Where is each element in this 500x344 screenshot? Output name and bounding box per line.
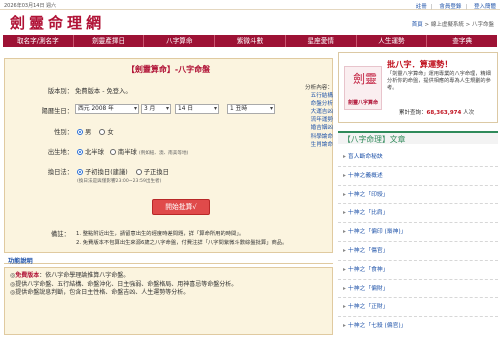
version-label: 版本別： — [47, 88, 73, 95]
north-hemisphere-radio[interactable] — [77, 149, 83, 155]
breadcrumb-home[interactable]: 首頁 — [412, 22, 423, 28]
day-change-label: 換日法： — [47, 169, 73, 176]
articles-header: 【八字命理】文章 — [338, 131, 498, 144]
explain-title: 功能說明 — [8, 258, 33, 265]
nav-date-selection[interactable]: 劍靈產擇日 — [74, 35, 145, 47]
explain-header: 功能說明 — [4, 255, 333, 265]
nav-bazi[interactable]: 八字算命 — [144, 35, 216, 47]
analysis-item[interactable]: 命盤分析 — [289, 100, 333, 108]
article-link[interactable]: ▸ 十神之「七殺 (偏官)」 — [338, 317, 498, 336]
zichu-radio[interactable] — [77, 169, 83, 175]
simplified-link[interactable]: 登入簡體 — [474, 4, 496, 10]
main-nav: 取名字/測名字 劍靈產擇日 八字算命 紫微斗數 星座愛情 人生運勢 查字典 — [3, 35, 497, 47]
birthplace-group: 北半球 南半球 (例如紐、澳、南美等地) — [77, 147, 188, 156]
article-link[interactable]: ▸ 十神之「印綬」 — [338, 186, 498, 205]
analysis-item[interactable]: 生肖論命 — [289, 141, 333, 149]
gender-label: 性別： — [54, 129, 73, 136]
promo-box[interactable]: 劍靈 劍靈八字算命 批八字．算運勢！ 「劍靈八字算命」運用專業的八字命理，精細分… — [338, 52, 498, 123]
year-select[interactable]: 西元 2008 年 — [75, 104, 139, 114]
nav-naming[interactable]: 取名字/測名字 — [3, 35, 74, 47]
analysis-item[interactable]: 婚吉姻凶 — [289, 124, 333, 132]
explain-line: ◎免費版本：依八字命學理論推算八字命盤。 — [10, 272, 130, 279]
day-select[interactable]: 14 日 — [175, 104, 219, 114]
articles-title: 【八字命理】文章 — [343, 135, 406, 144]
start-calculation-button[interactable]: 開始批算√ — [152, 199, 210, 215]
current-date: 2026年03月14日 週六 — [4, 3, 57, 9]
form-title: 【劍靈算命】-八字命盤 — [126, 65, 211, 74]
explain-box: ◎免費版本：依八字命學理論推算八字命盤。 ◎提供八字命盤、五行結構、命盤沖化、日… — [4, 267, 333, 335]
birthplace-label: 出生地： — [47, 149, 73, 156]
explain-line: ◎提供命盤說息判斷，包含日主性格、命盤吉凶、人生運勢等分析。 — [10, 289, 190, 297]
analysis-item[interactable]: 五行結構 — [289, 92, 333, 100]
birthdate-label: 陽曆生日： — [41, 108, 73, 115]
article-link[interactable]: ▸ 十神之「偏財」 — [338, 280, 498, 299]
article-link[interactable]: ▸ 十神之「正財」 — [338, 298, 498, 318]
article-link[interactable]: ▸ 十神之「傷官」 — [338, 242, 498, 261]
analysis-head: 分析內容： — [305, 85, 333, 91]
article-link[interactable]: ▸ 十神之義概述 — [338, 167, 498, 186]
promo-title: 批八字．算運勢！ — [387, 59, 453, 69]
bazi-form-panel: 【劍靈算命】-八字命盤 版本別： 免費版本 - 免登入。 陽曆生日： 西元 20… — [4, 58, 333, 253]
day-change-note: (換日法是與僅影響23:00~23:59出生者) — [77, 179, 162, 184]
day-change-group: 子初換日(建議) 子正換日 — [77, 167, 169, 176]
top-links: 註冊 | 會員登錄 | 登入簡體 — [415, 3, 496, 10]
note-1: 1. 整點附近出生，請留意出生的經度時差問題，詳「算命所用的時間」。 — [76, 231, 245, 237]
nav-astrology[interactable]: 星座愛情 — [286, 35, 357, 47]
articles-list: ▸ 盲人斷命秘訣 ▸ 十神之義概述 ▸ 十神之「印綬」 ▸ 十神之「比肩」 ▸ 十神之「偏… — [338, 148, 498, 336]
notes-label: 備註： — [51, 231, 70, 238]
explain-line: ◎提供八字命盤、五行結構、命盤沖化、日主強弱、命盤格局、用神喜忌等命盤分析。 — [10, 280, 238, 288]
birthplace-note: (例如紐、澳、南美等地) — [138, 151, 189, 156]
analysis-list: 分析內容： 五行結構 命盤分析 大運吉凶 流年運勢 婚吉姻凶 科學論命 生肖論命 — [289, 84, 333, 149]
analysis-item[interactable]: 大運吉凶 — [289, 108, 333, 116]
note-2: 2. 免費版本不包算出生來源6歲之八字命盤，付費注詳「八字問紫微斗數綜盤批算」商… — [76, 240, 288, 246]
article-link[interactable]: ▸ 十神之「食神」 — [338, 261, 498, 280]
south-hemisphere-radio[interactable] — [109, 149, 116, 155]
nav-fortune[interactable]: 人生運勢 — [357, 35, 428, 47]
analysis-item[interactable]: 流年運勢 — [289, 116, 333, 124]
breadcrumb: 首頁 > 線上虛擬系統 > 八字命盤 — [412, 20, 494, 28]
nav-dictionary[interactable]: 查字典 — [427, 35, 497, 47]
nav-ziwei[interactable]: 紫微斗數 — [215, 35, 286, 47]
promo-description: 「劍靈八字算命」運用專業的八字命理，精細分析你的命盤，提供相應的專為人生規劃的參… — [387, 71, 491, 92]
register-link[interactable]: 註冊 — [416, 4, 427, 10]
promo-logo: 劍靈 劍靈八字算命 — [344, 66, 382, 110]
login-link[interactable]: 會員登錄 — [439, 4, 461, 10]
article-link[interactable]: ▸ 十神之「比肩」 — [338, 204, 498, 224]
gender-group: 男 女 — [77, 127, 114, 136]
query-counter: 累計查詢：68,363,974 人次 — [399, 110, 475, 116]
zizheng-radio[interactable] — [135, 169, 142, 175]
article-link[interactable]: ▸ 盲人斷命秘訣 — [338, 148, 498, 167]
article-link[interactable]: ▸ 十神之「偏印 (梟神)」 — [338, 223, 498, 242]
hour-select[interactable]: 1 丑時 — [227, 104, 275, 114]
gender-female-radio[interactable] — [99, 129, 106, 135]
version-value: 免費版本 - 免登入。 — [75, 88, 132, 95]
site-logo[interactable]: 劍 靈 命 理 網 — [10, 12, 102, 32]
breadcrumb-path: > 線上虛擬系統 > 八字命盤 — [422, 22, 494, 28]
analysis-item[interactable]: 科學論命 — [289, 133, 333, 141]
gender-male-radio[interactable] — [77, 129, 83, 135]
month-select[interactable]: 3 月 — [141, 104, 171, 114]
top-bar: 2026年03月14日 週六 註冊 | 會員登錄 | 登入簡體 — [0, 0, 500, 10]
